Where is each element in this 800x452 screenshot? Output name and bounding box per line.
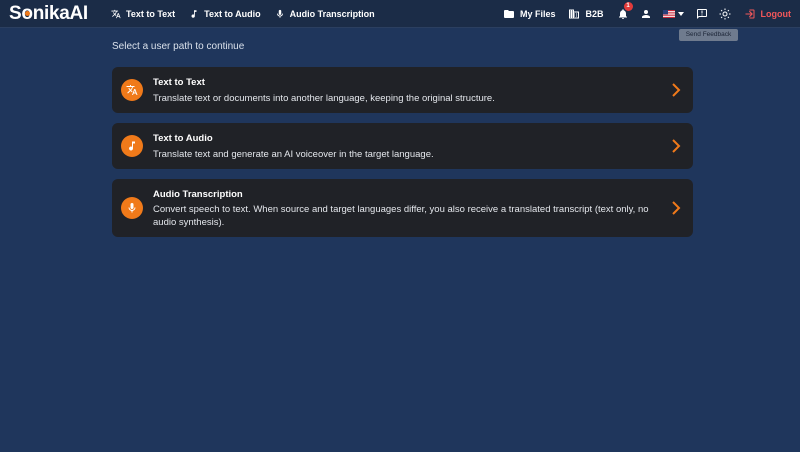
music-note-icon — [129, 141, 135, 151]
logo-dot — [25, 11, 31, 16]
chevron-right-icon — [672, 139, 681, 153]
b2b-label: B2B — [585, 9, 604, 19]
path-card-text-to-text[interactable]: Text to Text Translate text or documents… — [112, 67, 693, 113]
microphone-icon — [276, 9, 283, 18]
card-description: Convert speech to text. When source and … — [153, 204, 649, 228]
user-icon — [641, 10, 650, 18]
profile-button[interactable] — [640, 8, 652, 20]
card-description: Translate text and generate an AI voiceo… — [153, 149, 434, 160]
nav-text-to-text-label: Text to Text — [126, 9, 176, 19]
app-logo[interactable]: SonikaAI — [9, 3, 88, 25]
card-description: Translate text or documents into another… — [153, 93, 495, 104]
my-files-link[interactable]: My Files — [503, 8, 556, 20]
card-icon-badge — [121, 135, 143, 157]
nav-audio-transcription-label: Audio Transcription — [289, 9, 375, 19]
logout-label: Logout — [760, 9, 792, 19]
notification-badge: 1 — [623, 2, 633, 11]
logout-button[interactable]: Logout — [744, 8, 792, 20]
card-icon-badge — [121, 79, 143, 101]
logout-icon — [745, 9, 754, 19]
translate-icon — [126, 85, 138, 95]
theme-toggle[interactable] — [719, 8, 731, 20]
nav-audio-transcription[interactable]: Audio Transcription — [275, 9, 375, 19]
my-files-label: My Files — [519, 9, 556, 19]
card-title: Text to Audio — [153, 133, 213, 144]
notifications-button[interactable]: 1 — [617, 2, 633, 20]
primary-nav: Text to Text Text to Audio Audio Transcr… — [111, 0, 375, 28]
path-card-audio-transcription[interactable]: Audio Transcription Convert speech to te… — [112, 179, 693, 237]
card-icon-badge — [121, 197, 143, 219]
sun-icon — [719, 8, 730, 20]
folder-icon — [503, 10, 514, 18]
top-bar: SonikaAI Text to Text Text to Audio Audi… — [0, 0, 800, 28]
translate-icon — [111, 9, 121, 19]
microphone-icon — [128, 203, 136, 213]
feedback-icon — [696, 9, 707, 19]
chevron-right-icon — [672, 201, 681, 215]
feedback-button[interactable] — [696, 8, 708, 20]
logo-letter-s: S — [9, 3, 22, 24]
b2b-link[interactable]: B2B — [568, 8, 604, 20]
nav-text-to-audio-label: Text to Audio — [204, 9, 261, 19]
music-note-icon — [191, 10, 197, 18]
secondary-nav: My Files B2B 1 Logout — [503, 0, 791, 28]
chevron-right-icon — [672, 83, 681, 97]
card-title: Text to Text — [153, 77, 205, 88]
feedback-tooltip: Send Feedback — [679, 29, 738, 41]
nav-text-to-text[interactable]: Text to Text — [111, 9, 175, 19]
logo-rest: nika — [32, 3, 70, 24]
logo-o: o — [21, 3, 33, 25]
chevron-down-icon — [677, 12, 684, 16]
path-card-text-to-audio[interactable]: Text to Audio Translate text and generat… — [112, 123, 693, 169]
logo-ai: AI — [69, 3, 89, 24]
card-title: Audio Transcription — [153, 189, 243, 200]
nav-text-to-audio[interactable]: Text to Audio — [189, 9, 261, 19]
language-selector[interactable] — [662, 10, 684, 18]
us-flag-icon — [662, 10, 675, 18]
page-prompt: Select a user path to continue — [112, 41, 245, 52]
building-icon — [569, 9, 580, 19]
